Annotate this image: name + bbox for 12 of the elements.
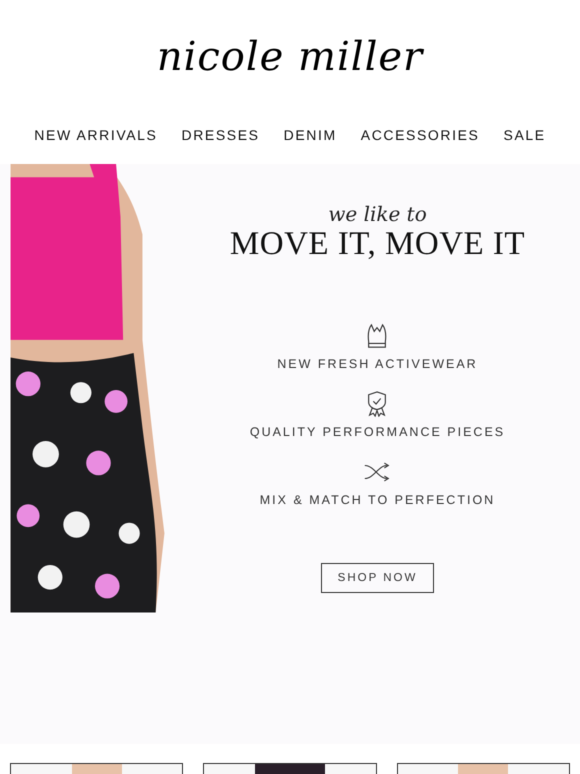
feature-text: QUALITY PERFORMANCE PIECES bbox=[250, 425, 506, 439]
hero-kicker: we like to bbox=[328, 202, 427, 226]
nav-link[interactable]: NEW ARRIVALS bbox=[34, 127, 158, 143]
brand-logo[interactable]: nicole miller bbox=[156, 34, 424, 80]
hero-headline: MOVE IT, MOVE IT bbox=[230, 226, 526, 263]
nav-link[interactable]: DRESSES bbox=[182, 127, 260, 143]
nav-link[interactable]: DENIM bbox=[284, 127, 337, 143]
feature-text: MIX & MATCH TO PERFECTION bbox=[260, 493, 496, 507]
feature-text: NEW FRESH ACTIVEWEAR bbox=[277, 357, 478, 371]
nav-link[interactable]: ACCESSORIES bbox=[360, 127, 480, 143]
nav-link[interactable]: SALE bbox=[504, 127, 546, 143]
shop-now-button[interactable]: SHOP NOW bbox=[320, 563, 434, 593]
